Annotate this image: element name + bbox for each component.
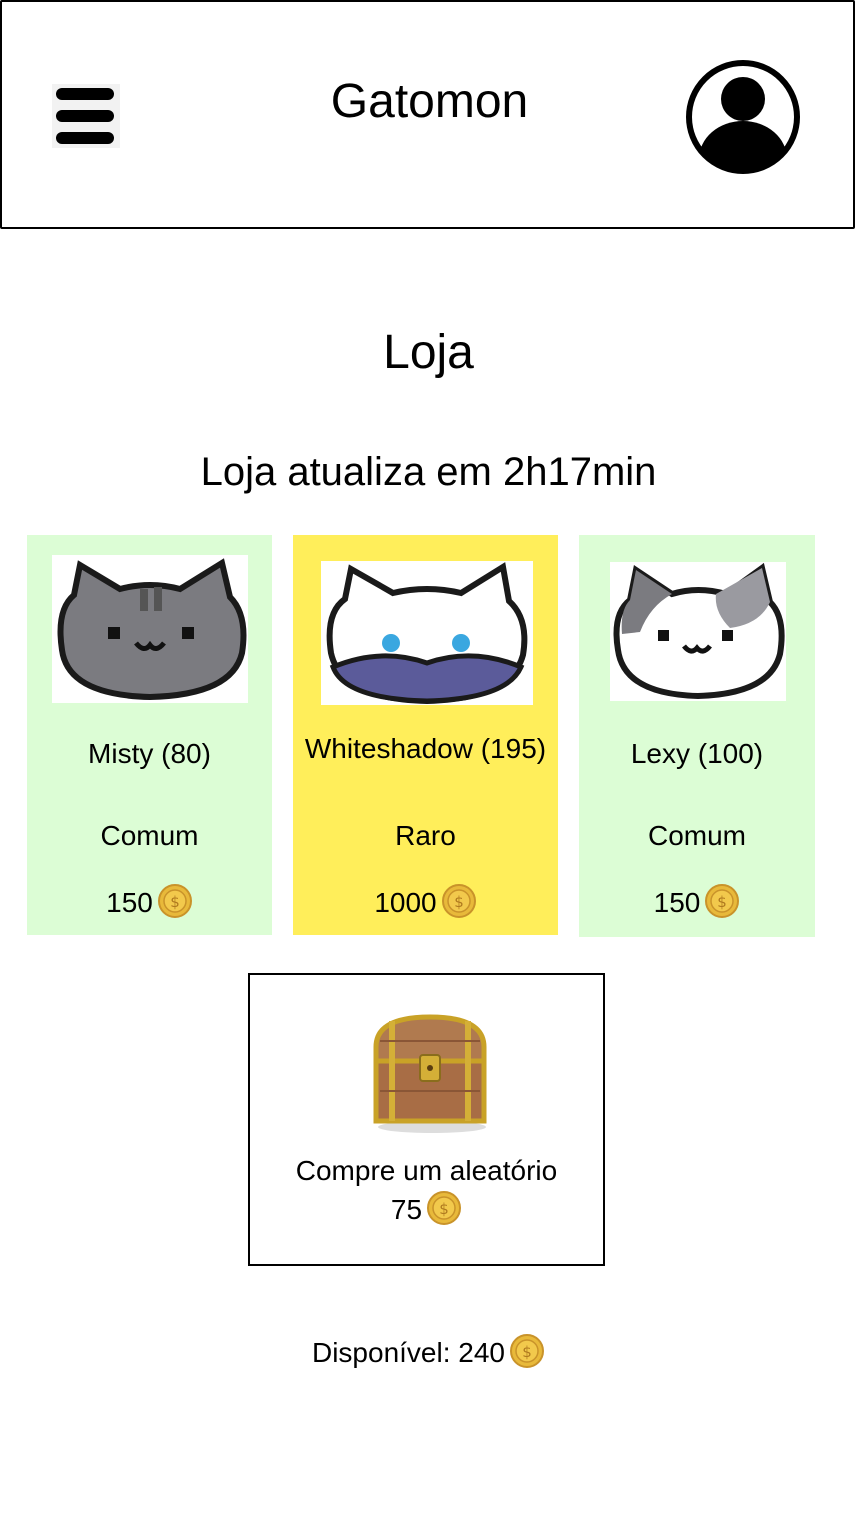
- user-avatar-icon[interactable]: [685, 59, 801, 175]
- cat-card-whiteshadow[interactable]: Whiteshadow (195) Raro 1000 $: [293, 535, 558, 935]
- svg-text:$: $: [718, 893, 728, 911]
- gray-tabby-cat-icon: [52, 555, 248, 703]
- cat-rarity: Raro: [395, 820, 456, 851]
- treasure-chest-icon: [368, 1011, 492, 1135]
- coin-icon: $: [704, 883, 740, 926]
- white-masked-cat-icon: [321, 561, 533, 705]
- coin-icon: $: [157, 883, 193, 926]
- cat-name: Misty (80): [88, 738, 211, 769]
- coin-icon: $: [426, 1190, 462, 1233]
- svg-text:$: $: [170, 893, 180, 911]
- cat-price: 1000 $: [293, 883, 558, 926]
- random-purchase-price: 75 $: [250, 1190, 603, 1233]
- app-header: Gatomon: [0, 0, 855, 229]
- white-gray-cat-icon: [610, 562, 786, 701]
- cat-rarity: Comum: [647, 820, 746, 851]
- cat-name: Lexy (100): [630, 738, 764, 769]
- coin-icon: $: [509, 1333, 545, 1376]
- coin-icon: $: [441, 883, 477, 926]
- random-purchase-label: Compre um aleatório: [295, 1155, 558, 1186]
- cat-card-lexy[interactable]: Lexy (100) Comum 150 $: [579, 535, 815, 937]
- available-balance: Disponível: 240 $: [0, 1333, 857, 1376]
- cat-rarity: Comum: [100, 820, 199, 851]
- svg-text:$: $: [439, 1200, 449, 1218]
- shop-refresh-timer: Loja atualiza em 2h17min: [200, 450, 657, 494]
- cat-card-misty[interactable]: Misty (80) Comum 150 $: [27, 535, 272, 935]
- svg-text:$: $: [522, 1343, 532, 1361]
- cat-price: 150 $: [579, 883, 815, 926]
- cat-name: Whiteshadow (195): [304, 733, 547, 764]
- cat-price: 150 $: [27, 883, 272, 926]
- page-title: Loja: [383, 326, 474, 379]
- random-cat-purchase-button[interactable]: Compre um aleatório 75 $: [248, 973, 605, 1266]
- svg-text:$: $: [454, 893, 464, 911]
